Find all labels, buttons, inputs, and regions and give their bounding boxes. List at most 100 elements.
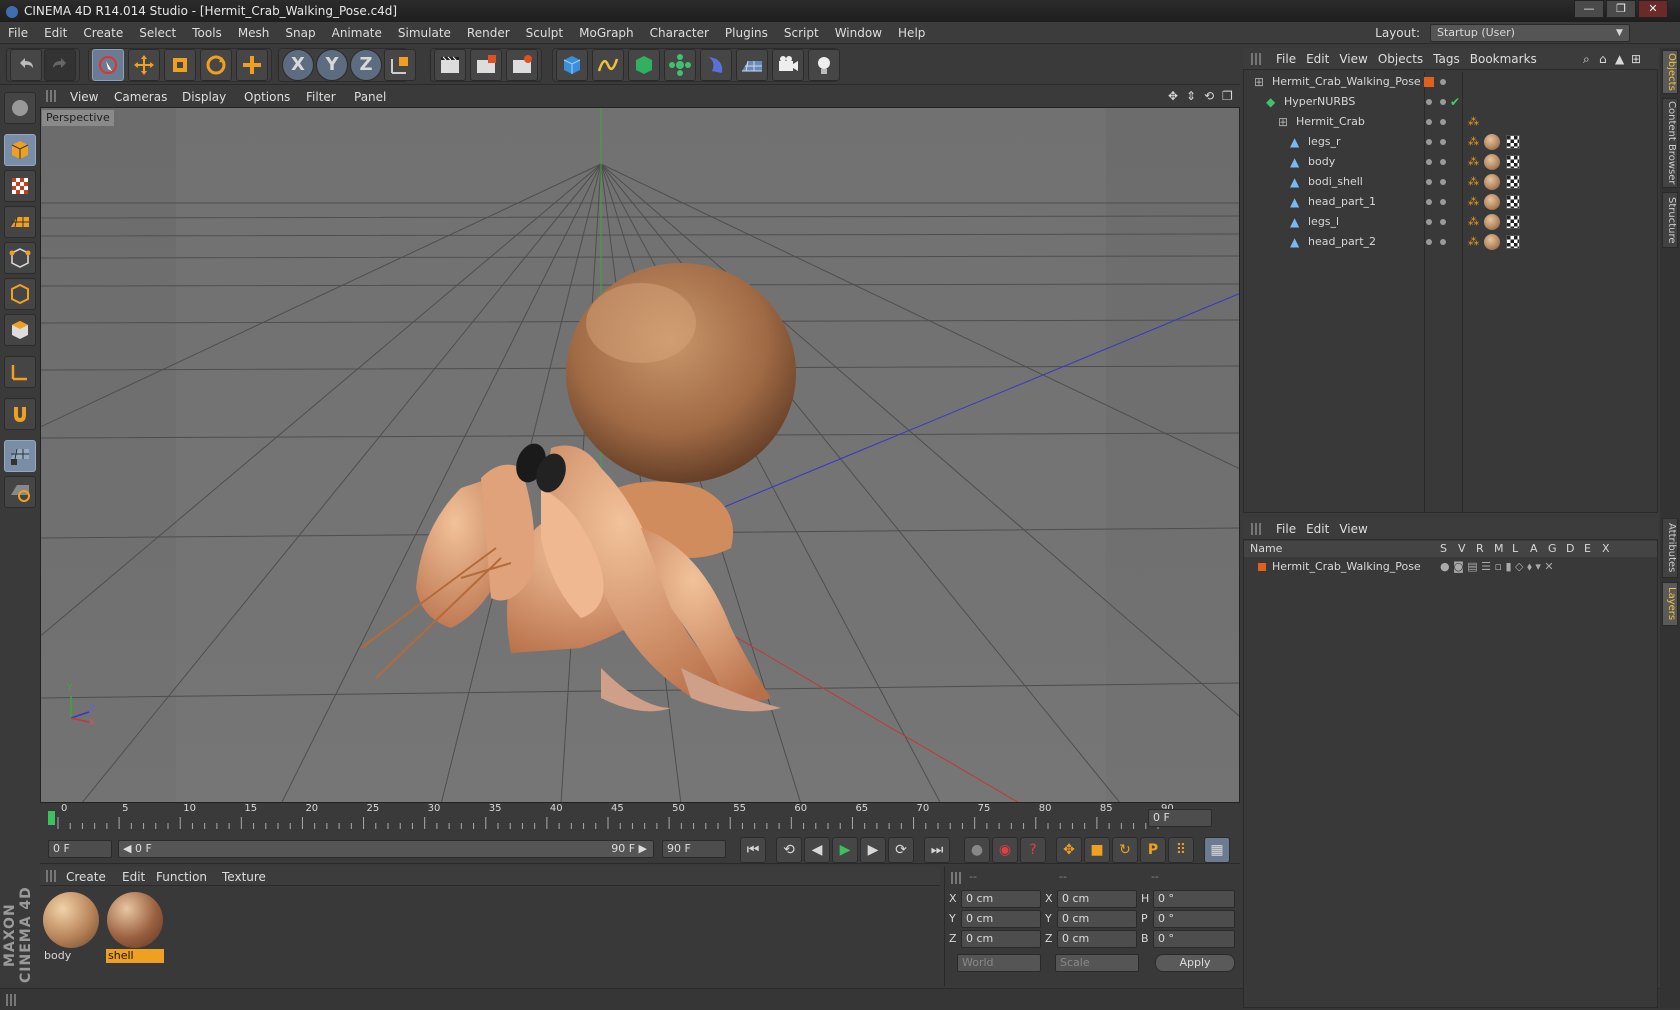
menu-mesh[interactable]: Mesh xyxy=(230,22,278,44)
key-scale-icon[interactable]: ■ xyxy=(1084,837,1110,863)
size-mode-dropdown[interactable]: Scale xyxy=(1055,954,1139,972)
layer-column-deformers[interactable]: D xyxy=(1566,541,1574,557)
go-to-end-icon[interactable]: ⏭ xyxy=(924,837,950,863)
polygon-object-icon[interactable]: ▲ xyxy=(1290,172,1299,192)
material-tag-icon[interactable] xyxy=(1484,134,1500,150)
editor-visibility-dot[interactable] xyxy=(1426,139,1432,145)
menu-window[interactable]: Window xyxy=(827,22,890,44)
tab-attributes[interactable]: Attributes xyxy=(1662,518,1678,578)
workplane-mode-icon[interactable] xyxy=(4,206,36,238)
objects-menu-edit[interactable]: Edit xyxy=(1301,48,1334,70)
uvw-tag-icon[interactable] xyxy=(1506,215,1520,229)
editor-visibility-dot[interactable] xyxy=(1426,159,1432,165)
menu-simulate[interactable]: Simulate xyxy=(390,22,459,44)
material-tag-icon[interactable] xyxy=(1484,154,1500,170)
viewport-menu-display[interactable]: Display xyxy=(174,86,234,108)
timeline-window-icon[interactable]: ▦ xyxy=(1204,837,1230,863)
tab-structure[interactable]: Structure xyxy=(1662,192,1678,248)
layer-column-solo[interactable]: S xyxy=(1440,541,1447,557)
phong-tag-icon[interactable]: ⁂ xyxy=(1468,212,1479,232)
layer-column-view[interactable]: V xyxy=(1458,541,1466,557)
rotation-h-field[interactable]: 0 ° xyxy=(1153,890,1235,908)
objects-menu-tags[interactable]: Tags xyxy=(1428,48,1465,70)
tab-layers[interactable]: Layers xyxy=(1662,582,1678,626)
render-picture-viewer-icon[interactable] xyxy=(470,49,502,81)
menu-help[interactable]: Help xyxy=(890,22,933,44)
layer-column-render[interactable]: R xyxy=(1476,541,1484,557)
object-row[interactable]: ◆ HyperNURBS ✔ xyxy=(1244,92,1657,112)
layer-column-xref[interactable]: X xyxy=(1602,541,1610,557)
close-button[interactable]: ✕ xyxy=(1638,0,1668,18)
undo-icon[interactable] xyxy=(10,49,42,81)
menu-edit[interactable]: Edit xyxy=(36,22,75,44)
null-object-icon[interactable]: ⊞ xyxy=(1278,112,1288,132)
phong-tag-icon[interactable]: ⁂ xyxy=(1468,132,1479,152)
layer-color-swatch[interactable] xyxy=(1424,77,1434,87)
object-row[interactable]: ▲ legs_l ⁂ xyxy=(1244,212,1657,232)
apply-button[interactable]: Apply xyxy=(1155,954,1235,972)
layer-column-generators[interactable]: G xyxy=(1548,541,1557,557)
axis-mode-icon[interactable] xyxy=(4,356,36,388)
light-icon[interactable] xyxy=(808,49,840,81)
spline-icon[interactable] xyxy=(592,49,624,81)
search-icon[interactable]: ⌕ xyxy=(1583,48,1590,70)
key-rotation-icon[interactable]: ↻ xyxy=(1112,837,1138,863)
material-tag-icon[interactable] xyxy=(1484,174,1500,190)
material-menu-function[interactable]: Function xyxy=(148,866,215,888)
zoom-view-icon[interactable]: ⇕ xyxy=(1186,86,1196,106)
keyframe-selection-icon[interactable]: ? xyxy=(1020,837,1046,863)
render-view-icon[interactable] xyxy=(434,49,466,81)
editor-visibility-dot[interactable] xyxy=(1426,99,1432,105)
layer-color-swatch[interactable] xyxy=(1258,563,1266,571)
size-x-field[interactable]: 0 cm xyxy=(1057,890,1137,908)
end-frame-field[interactable]: 90 F xyxy=(662,840,726,858)
render-visibility-dot[interactable] xyxy=(1440,219,1446,225)
material-tag-icon[interactable] xyxy=(1484,214,1500,230)
make-editable-icon[interactable] xyxy=(4,92,36,124)
rotation-b-field[interactable]: 0 ° xyxy=(1153,930,1235,948)
position-z-field[interactable]: 0 cm xyxy=(961,930,1041,948)
object-row[interactable]: ⊞ Hermit_Crab ⁂ xyxy=(1244,112,1657,132)
locked-workplane-icon[interactable] xyxy=(4,476,36,508)
size-z-field[interactable]: 0 cm xyxy=(1057,930,1137,948)
redo-icon[interactable] xyxy=(44,49,76,81)
material-tag-icon[interactable] xyxy=(1484,194,1500,210)
next-key-icon[interactable]: ⟳ xyxy=(888,837,914,863)
render-visibility-dot[interactable] xyxy=(1440,179,1446,185)
polygon-object-icon[interactable]: ▲ xyxy=(1290,152,1299,172)
object-row[interactable]: ▲ body ⁂ xyxy=(1244,152,1657,172)
mograph-cloner-icon[interactable] xyxy=(664,49,696,81)
up-icon[interactable]: ▲ xyxy=(1615,48,1624,70)
nurbs-icon[interactable] xyxy=(628,49,660,81)
layer-column-locked[interactable]: L xyxy=(1512,541,1518,557)
timeline-ruler[interactable]: 051015202530354045505560657075808590 0 F xyxy=(40,803,1240,833)
material-menu-texture[interactable]: Texture xyxy=(214,866,274,888)
magnet-icon[interactable] xyxy=(4,398,36,430)
deformer-icon[interactable] xyxy=(700,49,732,81)
menu-character[interactable]: Character xyxy=(642,22,717,44)
go-to-start-icon[interactable]: ⏮ xyxy=(740,837,766,863)
rotation-p-field[interactable]: 0 ° xyxy=(1153,910,1235,928)
tab-content-browser[interactable]: Content Browser xyxy=(1662,98,1678,188)
new-view-icon[interactable]: ⊞ xyxy=(1631,48,1641,70)
polygon-object-icon[interactable]: ▲ xyxy=(1290,212,1299,232)
objects-menu-bookmarks[interactable]: Bookmarks xyxy=(1465,48,1542,70)
axis-z-button[interactable]: Z xyxy=(350,49,382,81)
layer-column-animation[interactable]: A xyxy=(1530,541,1538,557)
object-row[interactable]: ▲ head_part_2 ⁂ xyxy=(1244,232,1657,252)
texture-mode-icon[interactable] xyxy=(4,170,36,202)
start-frame-field[interactable]: 0 F xyxy=(48,840,112,858)
render-visibility-dot[interactable] xyxy=(1440,119,1446,125)
menu-snap[interactable]: Snap xyxy=(277,22,323,44)
layers-menu-view[interactable]: View xyxy=(1334,518,1372,540)
uvw-tag-icon[interactable] xyxy=(1506,155,1520,169)
cube-icon[interactable] xyxy=(556,49,588,81)
position-y-field[interactable]: 0 cm xyxy=(961,910,1041,928)
phong-tag-icon[interactable]: ⁂ xyxy=(1468,232,1479,252)
frame-range-slider[interactable]: ◀ 0 F 90 F ▶ xyxy=(118,840,654,858)
phong-tag-icon[interactable]: ⁂ xyxy=(1468,172,1479,192)
phong-tag-icon[interactable]: ⁂ xyxy=(1468,192,1479,212)
objects-menu-file[interactable]: File xyxy=(1271,48,1301,70)
material-tag-icon[interactable] xyxy=(1484,234,1500,250)
layer-column-expressions[interactable]: E xyxy=(1584,541,1591,557)
